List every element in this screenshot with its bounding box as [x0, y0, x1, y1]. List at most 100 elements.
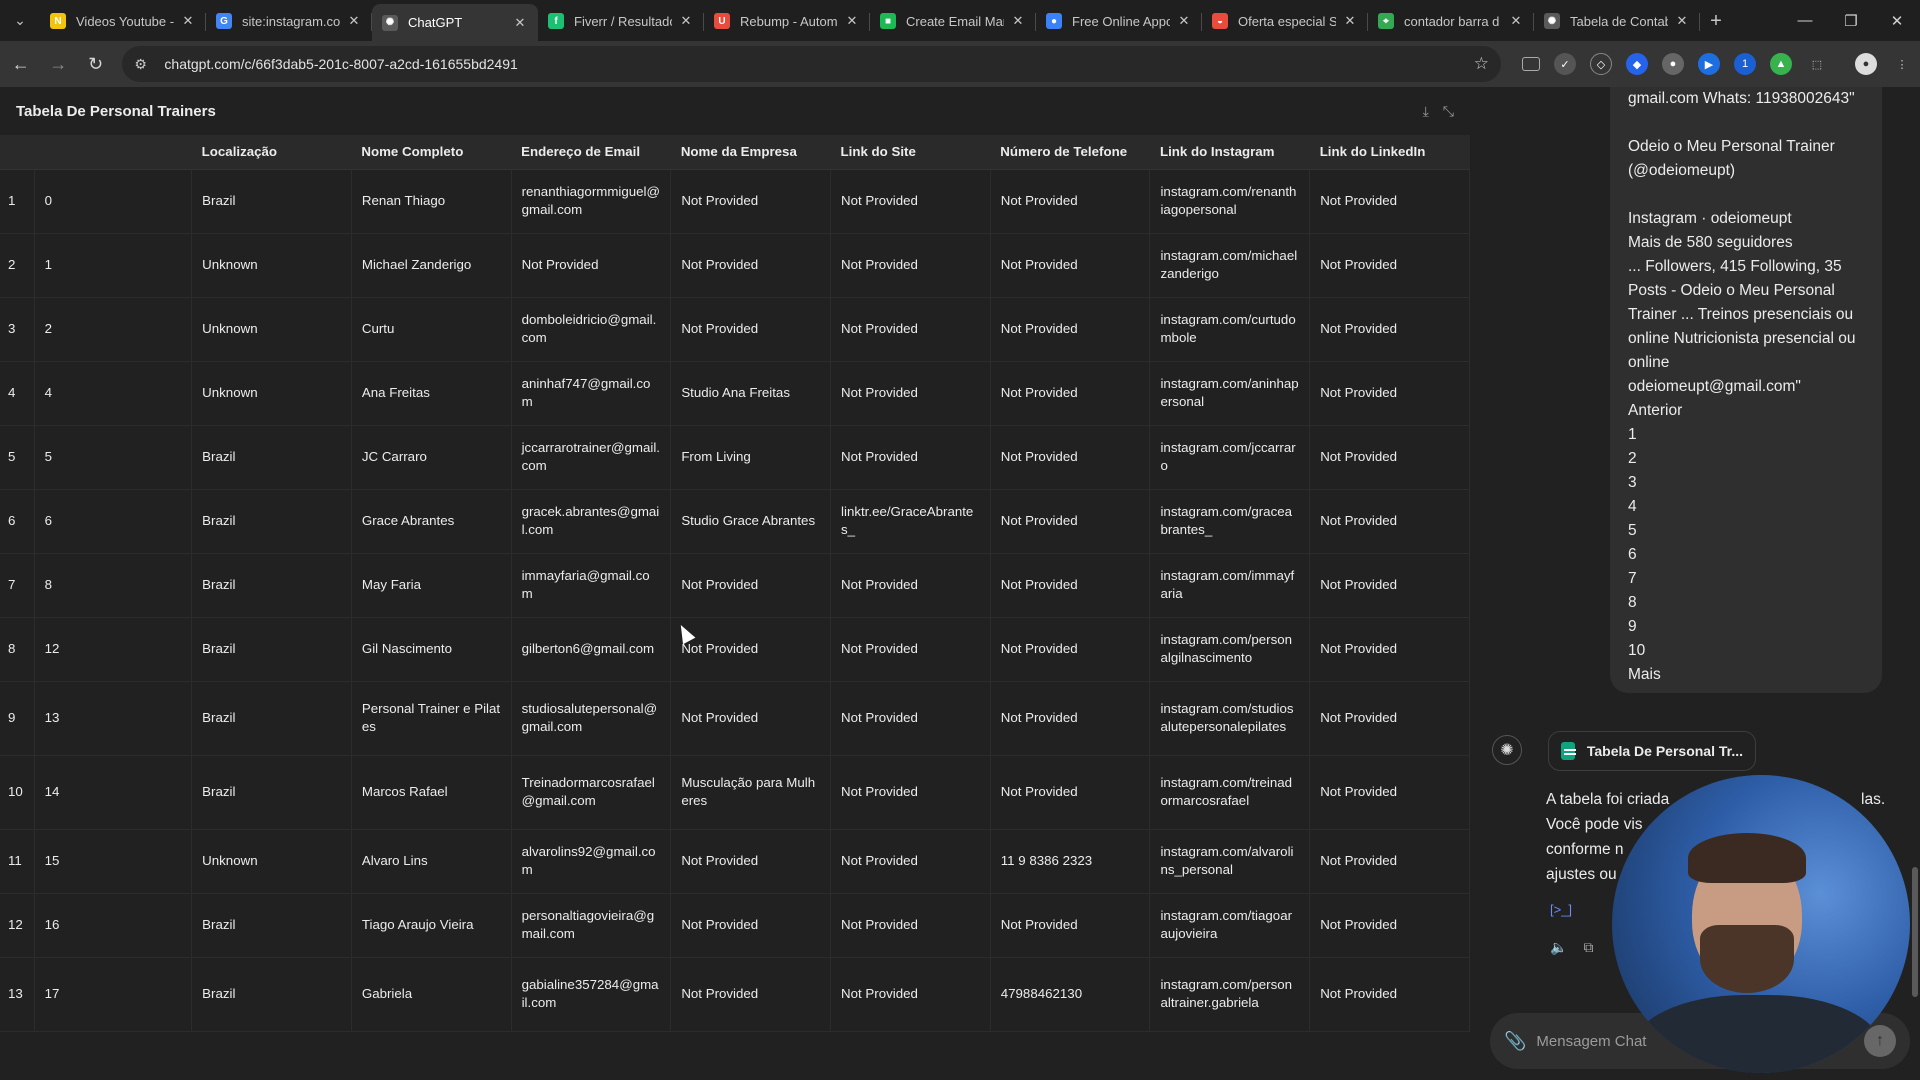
table-cell[interactable]: Not Provided — [830, 425, 991, 490]
table-cell[interactable]: Gil Nascimento — [351, 617, 512, 682]
table-cell[interactable]: Not Provided — [830, 233, 991, 298]
table-cell[interactable]: personaltiagovieira@gmail.com — [511, 893, 672, 958]
column-header[interactable]: Nome da Empresa — [670, 135, 831, 170]
table-cell[interactable]: Not Provided — [990, 617, 1151, 682]
shield-extension-icon[interactable]: ● — [1662, 53, 1684, 75]
table-cell[interactable]: 11 9 8386 2323 — [990, 829, 1151, 894]
table-cell[interactable]: Not Provided — [1309, 893, 1470, 958]
table-cell[interactable]: Not Provided — [1309, 553, 1470, 618]
profile-avatar-icon[interactable]: ● — [1855, 53, 1877, 75]
column-header[interactable]: Endereço de Email — [511, 135, 671, 170]
chat-scrollbar[interactable] — [1912, 867, 1918, 997]
table-cell[interactable]: linktr.ee/GraceAbrantes_ — [830, 489, 991, 554]
browser-tab[interactable]: Gsite:instagram.con ✕ — [206, 4, 372, 38]
table-cell[interactable]: Not Provided — [830, 755, 991, 830]
table-cell[interactable]: Brazil — [191, 681, 352, 756]
tab-close-icon[interactable]: ✕ — [678, 13, 694, 29]
tab-close-icon[interactable]: ✕ — [1010, 13, 1026, 29]
table-cell[interactable]: Marcos Rafael — [351, 755, 512, 830]
browser-tab[interactable]: ⌖ contador barra d ✕ — [1368, 4, 1534, 38]
table-cell[interactable]: Not Provided — [1309, 169, 1470, 234]
table-cell[interactable]: Not Provided — [670, 957, 832, 1032]
column-header[interactable]: Link do Instagram — [1149, 135, 1310, 170]
table-cell[interactable]: Not Provided — [670, 893, 832, 958]
table-cell[interactable]: instagram.com/alvarolins_personal — [1149, 829, 1311, 894]
forward-arrow-icon[interactable]: → — [41, 47, 74, 81]
table-cell[interactable]: instagram.com/personalgilnascimento — [1149, 617, 1311, 682]
cast-icon[interactable] — [1522, 57, 1540, 71]
triangle-extension-icon[interactable]: ▲ — [1770, 53, 1792, 75]
table-cell[interactable]: Unknown — [191, 829, 352, 894]
table-cell[interactable]: instagram.com/immayfaria — [1149, 553, 1311, 618]
table-cell[interactable]: Not Provided — [990, 489, 1151, 554]
table-cell[interactable]: Not Provided — [990, 233, 1151, 298]
table-cell[interactable]: renanthiagormmiguel@gmail.com — [511, 169, 672, 234]
table-cell[interactable]: Not Provided — [1309, 425, 1470, 490]
table-cell[interactable]: Not Provided — [830, 681, 991, 756]
table-cell[interactable]: Not Provided — [511, 233, 672, 298]
column-header[interactable]: Link do LinkedIn — [1309, 135, 1470, 170]
table-cell[interactable]: Not Provided — [1309, 829, 1470, 894]
table-cell[interactable]: Curtu — [351, 297, 512, 362]
table-cell[interactable]: Not Provided — [670, 553, 832, 618]
table-cell[interactable]: Not Provided — [990, 681, 1151, 756]
table-cell[interactable]: Not Provided — [830, 169, 991, 234]
table-cell[interactable]: Brazil — [191, 489, 352, 554]
table-cell[interactable]: Brazil — [191, 755, 352, 830]
browser-tab[interactable]: N Videos Youtube - ✕ — [40, 4, 206, 38]
table-cell[interactable]: instagram.com/renanthiagopersonal — [1149, 169, 1311, 234]
table-cell[interactable]: Studio Ana Freitas — [670, 361, 832, 426]
column-header[interactable]: Link do Site — [830, 135, 991, 170]
table-cell[interactable]: Not Provided — [830, 617, 991, 682]
column-header[interactable]: Localização — [191, 135, 352, 170]
table-cell[interactable]: Not Provided — [1309, 681, 1470, 756]
download-icon[interactable]: ⤓ — [1423, 103, 1429, 120]
table-cell[interactable]: instagram.com/michaelzanderigo — [1149, 233, 1311, 298]
browser-tab[interactable]: ■ Create Email Mar ✕ — [870, 4, 1036, 38]
table-cell[interactable]: Not Provided — [990, 361, 1151, 426]
table-cell[interactable]: Not Provided — [830, 829, 991, 894]
table-cell[interactable]: Studio Grace Abrantes — [670, 489, 832, 554]
table-cell[interactable]: Not Provided — [670, 617, 832, 682]
table-cell[interactable]: Brazil — [191, 553, 352, 618]
table-cell[interactable]: instagram.com/tiagoaraujovieira — [1149, 893, 1311, 958]
browser-tab[interactable]: ✺ Tabela de Contab ✕ — [1534, 4, 1700, 38]
browser-tab[interactable]: f Fiverr / Resultado ✕ — [538, 4, 704, 38]
table-cell[interactable]: Not Provided — [670, 233, 832, 298]
table-cell[interactable]: Not Provided — [990, 169, 1151, 234]
table-cell[interactable]: Brazil — [191, 957, 352, 1032]
table-cell[interactable]: JC Carraro — [351, 425, 512, 490]
table-cell[interactable]: domboleidricio@gmail.com — [511, 297, 672, 362]
attach-paperclip-icon[interactable]: 📎 — [1504, 1031, 1526, 1052]
copy-icon[interactable]: ⧉ — [1583, 939, 1593, 956]
read-aloud-icon[interactable]: 🔈 — [1550, 939, 1567, 956]
table-cell[interactable]: Not Provided — [1309, 297, 1470, 362]
table-cell[interactable]: Not Provided — [990, 893, 1151, 958]
table-cell[interactable]: Tiago Araujo Vieira — [351, 893, 512, 958]
tab-close-icon[interactable]: ✕ — [180, 13, 196, 29]
table-cell[interactable]: Not Provided — [1309, 361, 1470, 426]
table-cell[interactable]: gilberton6@gmail.com — [511, 617, 672, 682]
table-cell[interactable]: May Faria — [351, 553, 512, 618]
browser-tab[interactable]: ● Free Online Appo ✕ — [1036, 4, 1202, 38]
table-cell[interactable]: Not Provided — [1309, 755, 1470, 830]
browser-tab[interactable]: ◒ Oferta especial Sc ✕ — [1202, 4, 1368, 38]
table-cell[interactable]: Alvaro Lins — [351, 829, 512, 894]
table-cell[interactable]: Not Provided — [1309, 233, 1470, 298]
table-cell[interactable]: Not Provided — [670, 169, 832, 234]
table-cell[interactable]: Not Provided — [990, 755, 1151, 830]
table-cell[interactable]: aninhaf747@gmail.com — [511, 361, 672, 426]
table-cell[interactable]: Ana Freitas — [351, 361, 512, 426]
url-text[interactable]: chatgpt.com/c/66f3dab5-201c-8007-a2cd-16… — [164, 56, 1473, 72]
table-cell[interactable]: instagram.com/aninhapersonal — [1149, 361, 1311, 426]
address-bar[interactable]: ⚙ chatgpt.com/c/66f3dab5-201c-8007-a2cd-… — [122, 46, 1501, 82]
table-cell[interactable]: Brazil — [191, 169, 352, 234]
collapse-icon[interactable]: ⤡ — [1443, 103, 1454, 120]
onepassword-icon[interactable]: 1 — [1734, 53, 1756, 75]
minimize-icon[interactable]: — — [1782, 0, 1828, 41]
compass-icon[interactable]: ◇ — [1590, 53, 1612, 75]
tab-close-icon[interactable]: ✕ — [844, 13, 860, 29]
table-cell[interactable]: Not Provided — [830, 297, 991, 362]
reload-icon[interactable]: ↻ — [79, 47, 112, 81]
table-cell[interactable]: studiosalutepersonal@gmail.com — [511, 681, 672, 756]
